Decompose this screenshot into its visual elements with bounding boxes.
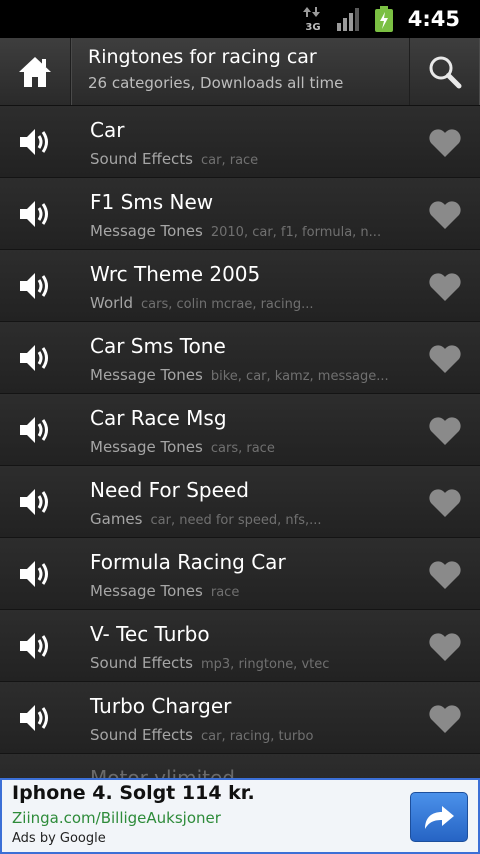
speaker-icon[interactable] xyxy=(18,342,54,374)
ad-banner[interactable]: Iphone 4. Solgt 114 kr. Ziinga.com/Billi… xyxy=(0,778,480,854)
speaker-icon[interactable] xyxy=(18,702,54,734)
speaker-icon[interactable] xyxy=(18,486,54,518)
list-item[interactable]: Formula Racing Car Message Tones race xyxy=(0,538,480,610)
status-time: 4:45 xyxy=(407,7,460,31)
item-category: Sound Effects xyxy=(90,150,193,168)
item-tags: 2010, car, f1, formula, n... xyxy=(210,225,382,240)
item-title: Need For Speed xyxy=(90,478,249,502)
action-bar: Ringtones for racing car 26 categories, … xyxy=(0,38,480,106)
item-title: Car xyxy=(90,118,125,142)
speaker-icon[interactable] xyxy=(18,414,54,446)
ad-title[interactable]: Iphone 4. Solgt 114 kr. xyxy=(12,782,255,804)
item-tags: cars, race xyxy=(210,441,275,456)
item-title: V- Tec Turbo xyxy=(90,622,210,646)
speaker-icon[interactable] xyxy=(18,630,54,662)
favorite-heart-icon[interactable] xyxy=(428,488,462,518)
item-title: Car Race Msg xyxy=(90,406,227,430)
home-icon xyxy=(19,56,51,87)
battery-charging-icon xyxy=(374,6,393,32)
list-item[interactable]: Motor vlimited xyxy=(0,754,480,778)
list-item[interactable]: Wrc Theme 2005 World cars, colin mcrae, r… xyxy=(0,250,480,322)
item-title: Car Sms Tone xyxy=(90,334,226,358)
speaker-icon[interactable] xyxy=(18,126,54,158)
item-category: Message Tones xyxy=(90,438,203,456)
item-tags: bike, car, kamz, message... xyxy=(210,369,389,384)
page-title: Ringtones for racing car xyxy=(88,46,317,68)
item-tags: cars, colin mcrae, racing... xyxy=(141,297,314,312)
list-item[interactable]: Need For Speed Games car, need for speed,… xyxy=(0,466,480,538)
speaker-icon[interactable] xyxy=(18,558,54,590)
header-titles: Ringtones for racing car 26 categories, … xyxy=(88,46,398,92)
item-category: World xyxy=(90,294,133,312)
favorite-heart-icon[interactable] xyxy=(428,416,462,446)
item-tags: car, race xyxy=(201,153,259,168)
item-title: Turbo Charger xyxy=(90,694,232,718)
ad-open-button[interactable] xyxy=(410,792,468,842)
item-category: Message Tones xyxy=(90,222,203,240)
item-category: Games xyxy=(90,510,143,528)
favorite-heart-icon[interactable] xyxy=(428,560,462,590)
speaker-icon[interactable] xyxy=(18,198,54,230)
status-bar: 3G 4:45 xyxy=(0,0,480,38)
list-item[interactable]: F1 Sms New Message Tones 2010, car, f1, f… xyxy=(0,178,480,250)
list-item[interactable]: Car Sound Effects car, race xyxy=(0,106,480,178)
favorite-heart-icon[interactable] xyxy=(428,272,462,302)
home-button[interactable] xyxy=(0,38,71,105)
list-item[interactable]: Car Race Msg Message Tones cars, race xyxy=(0,394,480,466)
item-tags: car, racing, turbo xyxy=(201,729,314,744)
page-subtitle: 26 categories, Downloads all time xyxy=(88,74,344,92)
favorite-heart-icon[interactable] xyxy=(428,128,462,158)
item-category: Message Tones xyxy=(90,582,203,600)
list-item[interactable]: Car Sms Tone Message Tones bike, car, kam… xyxy=(0,322,480,394)
network-type-label: 3G xyxy=(305,22,320,32)
share-arrow-icon xyxy=(425,806,454,829)
ringtone-list[interactable]: Car Sound Effects car, race F1 Sms New Me… xyxy=(0,106,480,778)
favorite-heart-icon[interactable] xyxy=(428,344,462,374)
ad-byline: Ads by Google xyxy=(12,831,106,846)
item-title: Motor vlimited xyxy=(90,766,235,778)
item-title: Wrc Theme 2005 xyxy=(90,262,261,286)
3g-network-icon: 3G xyxy=(302,7,320,32)
speaker-icon[interactable] xyxy=(18,270,54,302)
item-category: Sound Effects xyxy=(90,726,193,744)
list-item[interactable]: Turbo Charger Sound Effects car, racing, … xyxy=(0,682,480,754)
item-category: Sound Effects xyxy=(90,654,193,672)
item-tags: race xyxy=(210,585,240,600)
ad-url[interactable]: Ziinga.com/BilligeAuksjoner xyxy=(12,809,221,827)
favorite-heart-icon[interactable] xyxy=(428,632,462,662)
search-button[interactable] xyxy=(409,38,480,105)
favorite-heart-icon[interactable] xyxy=(428,200,462,230)
favorite-heart-icon[interactable] xyxy=(428,704,462,734)
item-tags: car, need for speed, nfs,... xyxy=(150,513,322,528)
item-title: Formula Racing Car xyxy=(90,550,286,574)
item-title: F1 Sms New xyxy=(90,190,214,214)
item-tags: mp3, ringtone, vtec xyxy=(201,657,330,672)
signal-strength-icon xyxy=(336,8,359,31)
item-category: Message Tones xyxy=(90,366,203,384)
search-icon xyxy=(429,56,462,88)
list-item[interactable]: V- Tec Turbo Sound Effects mp3, ringtone,… xyxy=(0,610,480,682)
